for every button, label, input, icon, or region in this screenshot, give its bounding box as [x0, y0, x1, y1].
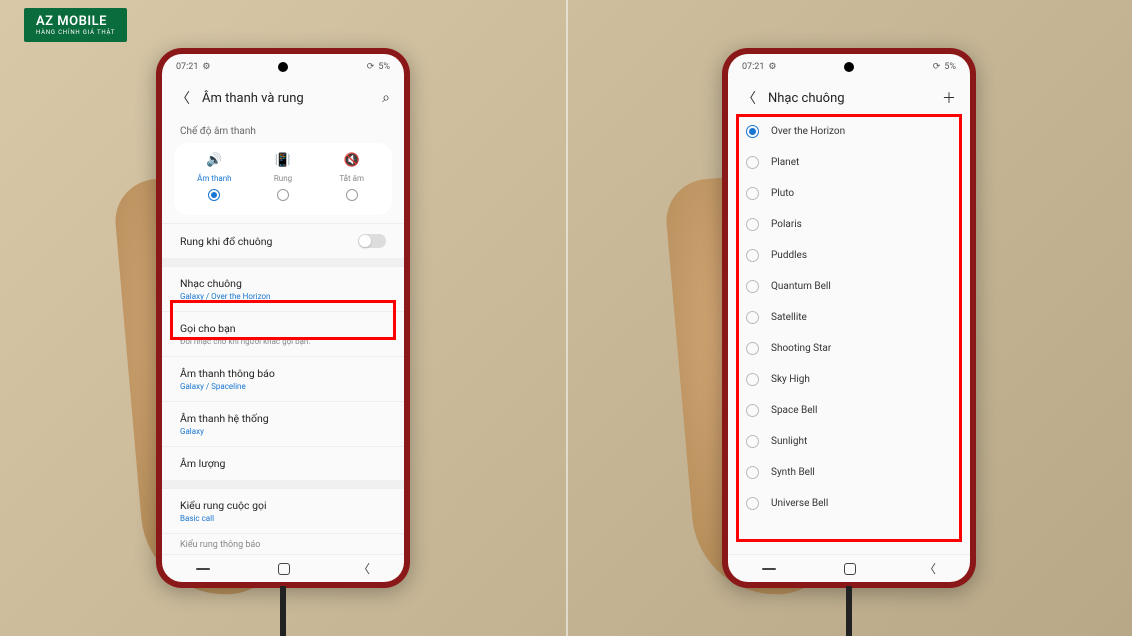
phone-frame-right: 07:21 ⚙ ⟳ 5% 〈 Nhạc chuông ＋ Over the Ho… — [722, 48, 976, 588]
radio-icon[interactable] — [746, 435, 759, 448]
ringtone-label: Sky High — [771, 374, 810, 385]
ringtone-label: Synth Bell — [771, 467, 815, 478]
vibrate-icon: 📳 — [275, 153, 291, 168]
ringtone-item[interactable]: Quantum Bell — [744, 271, 954, 302]
radio-icon[interactable] — [746, 218, 759, 231]
home-icon[interactable] — [278, 563, 290, 575]
navigation-bar: 〈 — [728, 554, 970, 582]
refresh-icon: ⟳ — [933, 62, 941, 72]
page-title: Nhạc chuông — [768, 91, 930, 106]
ringtone-item[interactable]: Pluto — [744, 178, 954, 209]
system-sound-row[interactable]: Âm thanh hệ thống Galaxy — [162, 401, 404, 446]
battery-text: 5% — [944, 62, 956, 72]
radio-icon[interactable] — [746, 249, 759, 262]
settings-small-icon: ⚙ — [202, 62, 210, 72]
image-divider — [566, 0, 568, 636]
ringtone-item[interactable]: Polaris — [744, 209, 954, 240]
ringtone-label: Over the Horizon — [771, 126, 845, 137]
ringtone-item[interactable]: Puddles — [744, 240, 954, 271]
nav-back-icon[interactable]: 〈 — [924, 560, 936, 577]
ringtone-row[interactable]: Nhạc chuông Galaxy / Over the Horizon — [162, 266, 404, 311]
speaker-icon: 🔊 — [206, 153, 222, 168]
mode-mute-button[interactable]: 🔇 Tắt âm — [317, 153, 386, 201]
refresh-icon: ⟳ — [367, 62, 375, 72]
radio-icon[interactable] — [746, 342, 759, 355]
home-icon[interactable] — [844, 563, 856, 575]
recent-apps-icon[interactable] — [196, 568, 210, 570]
phone-frame-left: 07:21 ⚙ ⟳ 5% 〈 Âm thanh và rung ⌕ Chế độ… — [156, 48, 410, 588]
ringtone-item[interactable]: Sunlight — [744, 426, 954, 457]
ringtone-label: Space Bell — [771, 405, 817, 416]
ringtone-list[interactable]: Over the Horizon Planet Pluto Polaris Puddle… — [728, 116, 970, 554]
toggle-switch[interactable] — [358, 234, 386, 248]
section-header-mode: Chế độ âm thanh — [162, 116, 404, 143]
ringtone-label: Puddles — [771, 250, 807, 261]
mode-sound-button[interactable]: 🔊 Âm thanh — [180, 153, 249, 201]
radio-icon — [277, 189, 289, 201]
radio-icon[interactable] — [746, 311, 759, 324]
ringtone-label: Pluto — [771, 188, 794, 199]
ringtone-label: Shooting Star — [771, 343, 831, 354]
ringtone-item[interactable]: Synth Bell — [744, 457, 954, 488]
ringtone-item[interactable]: Satellite — [744, 302, 954, 333]
ringtone-label: Planet — [771, 157, 799, 168]
radio-icon[interactable] — [746, 497, 759, 510]
mode-vibrate-button[interactable]: 📳 Rung — [249, 153, 318, 201]
notification-sound-row[interactable]: Âm thanh thông báo Galaxy / Spaceline — [162, 356, 404, 401]
usb-cable — [846, 586, 852, 636]
volume-row[interactable]: Âm lượng — [162, 446, 404, 480]
add-icon[interactable]: ＋ — [942, 88, 956, 108]
camera-hole-icon — [844, 62, 854, 72]
ringtone-label: Universe Bell — [771, 498, 828, 509]
mute-icon: 🔇 — [344, 153, 360, 168]
recent-apps-icon[interactable] — [762, 568, 776, 570]
ringtone-label: Polaris — [771, 219, 802, 230]
radio-icon[interactable] — [746, 280, 759, 293]
back-icon[interactable]: 〈 — [742, 88, 756, 108]
ringtone-item[interactable]: Sky High — [744, 364, 954, 395]
radio-icon — [346, 189, 358, 201]
camera-hole-icon — [278, 62, 288, 72]
ringtone-item[interactable]: Planet — [744, 147, 954, 178]
nav-back-icon[interactable]: 〈 — [358, 560, 370, 577]
ringtone-label: Quantum Bell — [771, 281, 831, 292]
ringtone-label: Satellite — [771, 312, 807, 323]
clock-text: 07:21 — [176, 62, 198, 72]
settings-small-icon: ⚙ — [768, 62, 776, 72]
ringtone-label: Sunlight — [771, 436, 807, 447]
notif-vibration-row-partial[interactable]: Kiểu rung thông báo — [162, 533, 404, 550]
ringtone-item[interactable]: Universe Bell — [744, 488, 954, 519]
radio-icon[interactable] — [746, 125, 759, 138]
radio-icon[interactable] — [746, 404, 759, 417]
radio-icon[interactable] — [746, 156, 759, 169]
ringtone-item[interactable]: Space Bell — [744, 395, 954, 426]
clock-text: 07:21 — [742, 62, 764, 72]
radio-icon[interactable] — [746, 187, 759, 200]
radio-icon[interactable] — [746, 373, 759, 386]
search-icon[interactable]: ⌕ — [382, 90, 390, 106]
call-for-you-row[interactable]: Gọi cho bạn Đổi nhạc chờ khi người khác … — [162, 311, 404, 356]
ringtone-item[interactable]: Over the Horizon — [744, 116, 954, 147]
page-title: Âm thanh và rung — [202, 91, 370, 106]
radio-icon[interactable] — [746, 466, 759, 479]
sound-mode-card: 🔊 Âm thanh 📳 Rung 🔇 Tắt âm — [174, 143, 392, 215]
vibrate-while-ring-row[interactable]: Rung khi đổ chuông — [162, 223, 404, 258]
call-vibration-row[interactable]: Kiểu rung cuộc gọi Basic call — [162, 488, 404, 533]
radio-icon — [208, 189, 220, 201]
navigation-bar: 〈 — [162, 554, 404, 582]
battery-text: 5% — [378, 62, 390, 72]
usb-cable — [280, 586, 286, 636]
ringtone-item[interactable]: Shooting Star — [744, 333, 954, 364]
back-icon[interactable]: 〈 — [176, 88, 190, 108]
